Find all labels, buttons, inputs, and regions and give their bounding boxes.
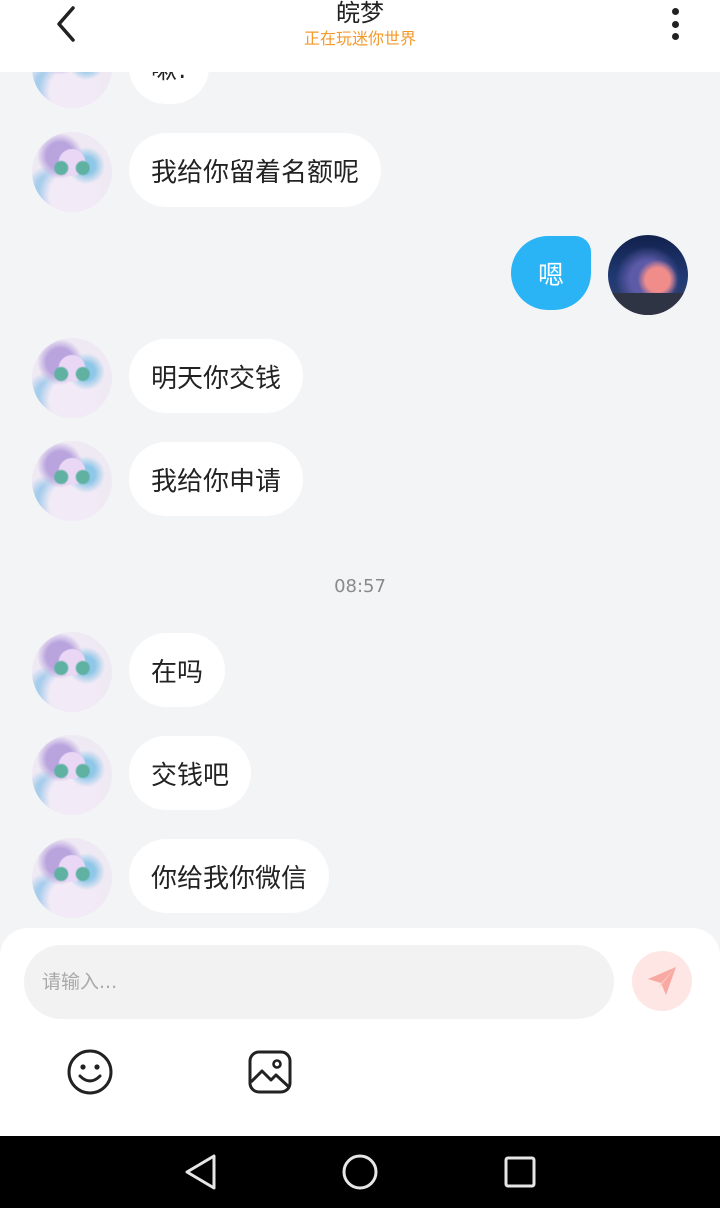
smiley-icon <box>67 1049 113 1095</box>
square-recents-icon <box>504 1156 536 1188</box>
chat-header: 皖梦 正在玩迷你世界 <box>0 0 720 72</box>
contact-avatar[interactable] <box>32 338 112 418</box>
contact-name: 皖梦 <box>336 0 384 27</box>
nav-back-button[interactable] <box>176 1150 224 1194</box>
contact-avatar[interactable] <box>32 632 112 712</box>
contact-avatar[interactable] <box>32 838 112 918</box>
contact-avatar[interactable] <box>32 735 112 815</box>
message-input[interactable] <box>24 945 614 1019</box>
more-vertical-icon <box>671 8 679 15</box>
message-bubble: 在吗 <box>129 633 226 707</box>
system-navigation-bar <box>0 1136 720 1208</box>
send-button[interactable] <box>632 951 692 1011</box>
image-button[interactable] <box>246 1048 294 1096</box>
circle-home-icon <box>342 1154 378 1190</box>
contact-status: 正在玩迷你世界 <box>303 29 416 48</box>
contact-avatar[interactable] <box>32 441 112 521</box>
nav-home-button[interactable] <box>336 1150 384 1194</box>
message-bubble: 交钱吧 <box>129 736 252 810</box>
message-timestamp: 08:57 <box>334 576 386 597</box>
my-message-bubble: 嗯 <box>511 236 591 310</box>
my-avatar[interactable] <box>608 235 688 315</box>
triangle-back-icon <box>185 1154 216 1190</box>
image-icon <box>248 1050 292 1094</box>
message-bubble: 我给你申请 <box>129 442 304 516</box>
message-composer <box>0 928 720 1136</box>
message-bubble: 我给你留着名额呢 <box>129 133 382 207</box>
paper-plane-icon <box>648 967 676 995</box>
contact-avatar[interactable] <box>32 132 112 212</box>
emoji-button[interactable] <box>66 1048 114 1096</box>
nav-recents-button[interactable] <box>496 1150 544 1194</box>
message-bubble: 你给我你微信 <box>129 839 330 913</box>
more-options-button[interactable] <box>660 4 690 44</box>
message-bubble: 明天你交钱 <box>129 339 304 413</box>
